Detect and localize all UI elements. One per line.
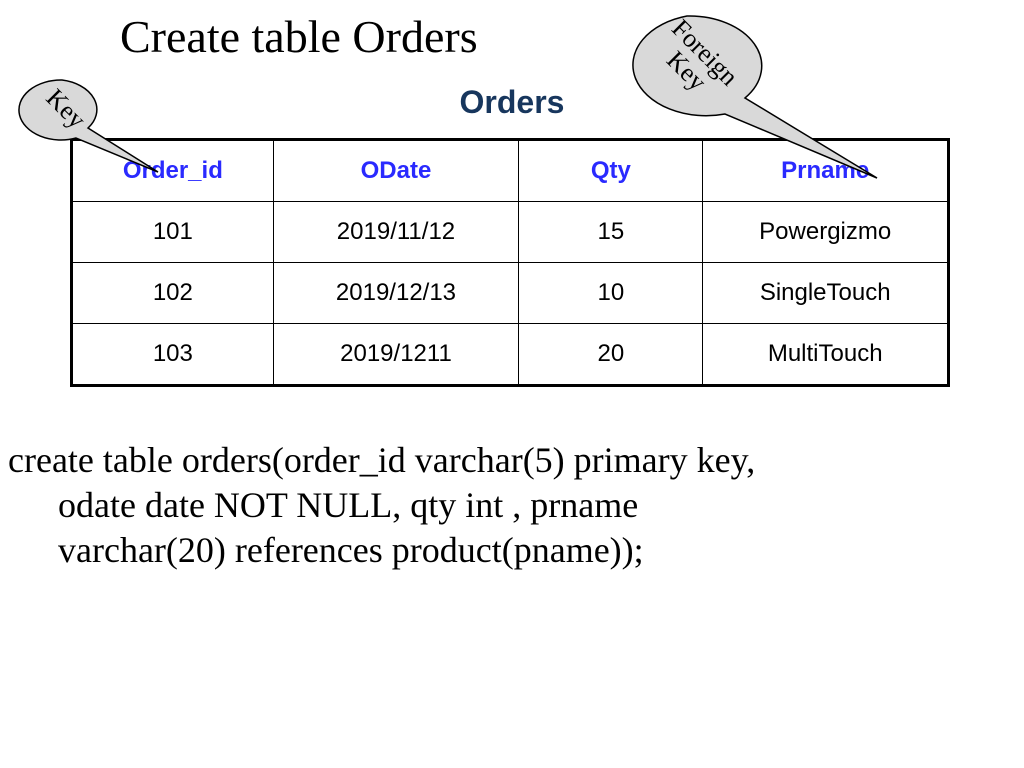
header-order-id: Order_id <box>72 140 274 202</box>
header-odate: ODate <box>273 140 519 202</box>
cell-name: MultiTouch <box>703 324 949 386</box>
table-title: Orders <box>0 84 1024 121</box>
cell-qty: 20 <box>519 324 703 386</box>
orders-table: Order_id ODate Qty Prname 101 2019/11/12… <box>70 138 950 387</box>
cell-id: 103 <box>72 324 274 386</box>
slide-title: Create table Orders <box>120 10 478 63</box>
sql-line-2: odate date NOT NULL, qty int , prname <box>8 483 968 528</box>
header-prname: Prname <box>703 140 949 202</box>
sql-statement: create table orders(order_id varchar(5) … <box>8 438 968 573</box>
cell-date: 2019/12/13 <box>273 263 519 324</box>
table-header-row: Order_id ODate Qty Prname <box>72 140 949 202</box>
cell-name: Powergizmo <box>703 202 949 263</box>
table-row: 103 2019/1211 20 MultiTouch <box>72 324 949 386</box>
cell-id: 101 <box>72 202 274 263</box>
cell-qty: 10 <box>519 263 703 324</box>
sql-line-3: varchar(20) references product(pname)); <box>8 528 968 573</box>
cell-date: 2019/1211 <box>273 324 519 386</box>
table-row: 101 2019/11/12 15 Powergizmo <box>72 202 949 263</box>
header-qty: Qty <box>519 140 703 202</box>
cell-date: 2019/11/12 <box>273 202 519 263</box>
table-row: 102 2019/12/13 10 SingleTouch <box>72 263 949 324</box>
cell-qty: 15 <box>519 202 703 263</box>
cell-name: SingleTouch <box>703 263 949 324</box>
sql-line-1: create table orders(order_id varchar(5) … <box>8 440 755 480</box>
cell-id: 102 <box>72 263 274 324</box>
